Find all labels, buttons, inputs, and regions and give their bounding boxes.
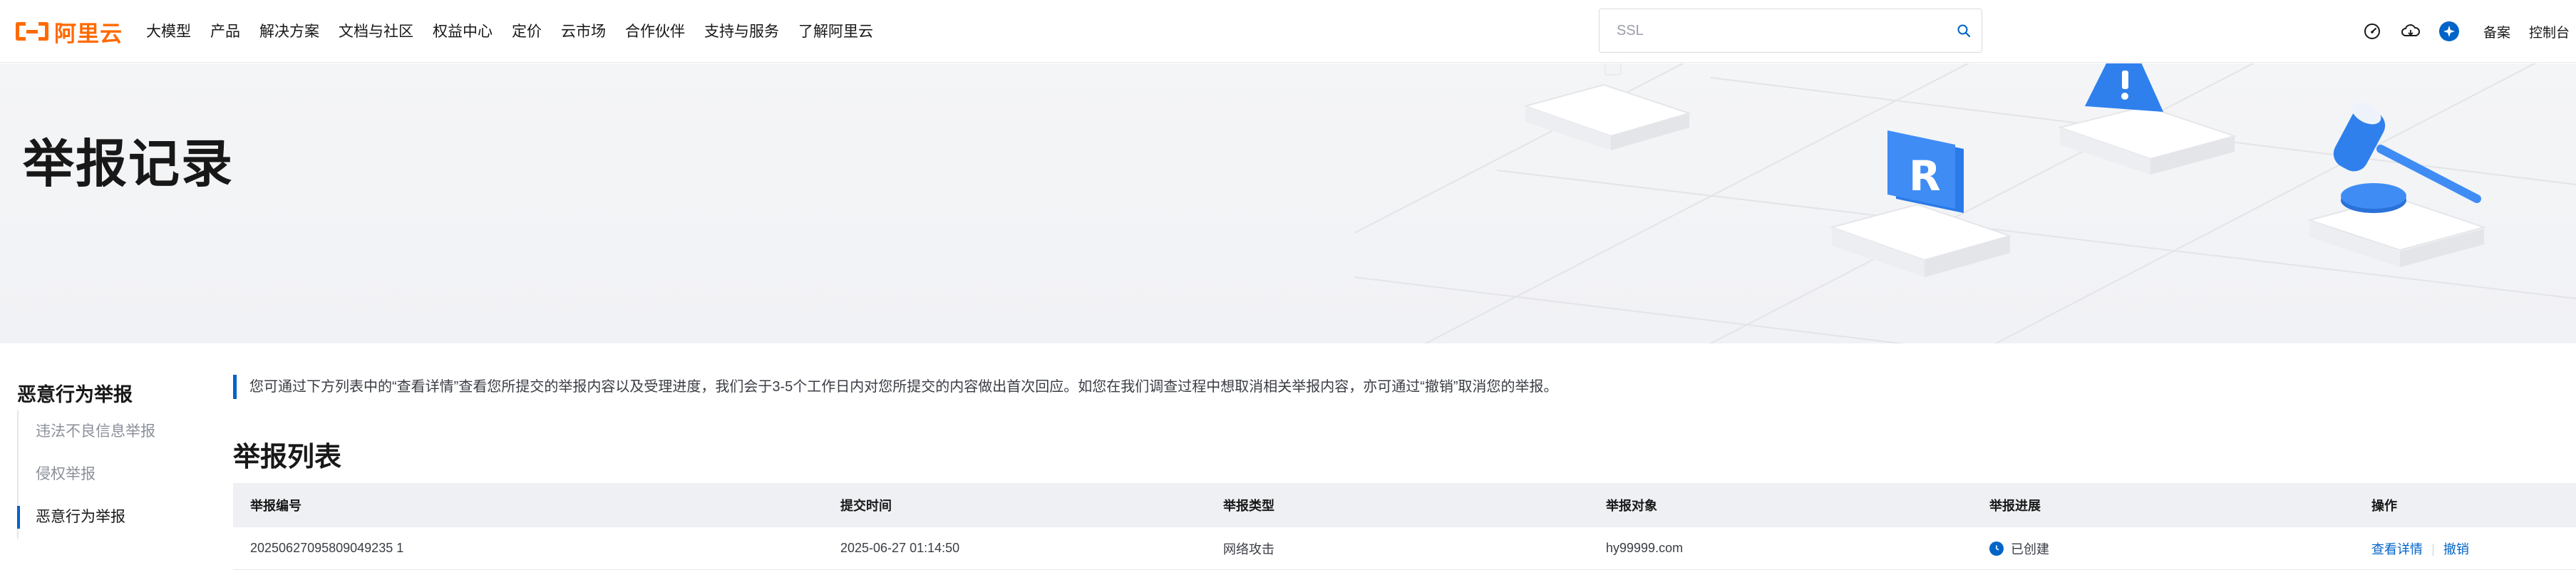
- cloud-sync-icon[interactable]: [2398, 19, 2423, 44]
- table-row: 20250627095809049235 1 2025-06-27 01:14:…: [233, 527, 2576, 570]
- sidebar-menu: 违法不良信息举报 侵权举报 恶意行为举报: [17, 410, 181, 539]
- logo-mark-icon: [16, 21, 48, 42]
- status-label: 已创建: [2011, 542, 2049, 556]
- main-nav: 大模型 产品 解决方案 文档与社区 权益中心 定价 云市场 合作伙伴 支持与服务…: [146, 20, 892, 41]
- search-box: [1599, 9, 1982, 53]
- status-badge: 已创建: [1989, 539, 2049, 558]
- notice-text: 您可通过下方列表中的“查看详情”查看您所提交的举报内容以及受理进度，我们会于3-…: [233, 375, 1558, 399]
- filing-link[interactable]: 备案: [2483, 22, 2510, 41]
- nav-item-marketplace[interactable]: 云市场: [561, 20, 606, 41]
- sidebar-item-infringement[interactable]: 侵权举报: [19, 453, 181, 496]
- top-header: 阿里云 大模型 产品 解决方案 文档与社区 权益中心 定价 云市场 合作伙伴 支…: [0, 0, 2576, 63]
- speedometer-icon[interactable]: [2359, 19, 2385, 44]
- nav-item-products[interactable]: 产品: [210, 20, 240, 41]
- table-header: 举报编号 提交时间 举报类型 举报对象 举报进展 操作: [233, 483, 2576, 527]
- sidebar-title: 恶意行为举报: [17, 384, 133, 405]
- nav-item-docs[interactable]: 文档与社区: [339, 20, 413, 41]
- logo-text: 阿里云: [54, 21, 123, 46]
- nav-item-benefits[interactable]: 权益中心: [433, 20, 493, 41]
- clock-icon: [1989, 541, 2004, 556]
- report-type: 网络攻击: [1223, 542, 1274, 556]
- column-header-status: 举报进展: [1989, 499, 2041, 513]
- report-actions: 查看详情 撤销: [2354, 539, 2576, 558]
- column-header-target: 举报对象: [1606, 499, 1657, 513]
- nav-item-llm[interactable]: 大模型: [146, 20, 191, 41]
- page-banner: R 举报记录: [0, 63, 2576, 343]
- nav-item-support[interactable]: 支持与服务: [704, 20, 779, 41]
- nav-item-solutions[interactable]: 解决方案: [259, 20, 319, 41]
- report-table: 举报编号 提交时间 举报类型 举报对象 举报进展 操作 202506270958…: [233, 483, 2576, 570]
- search-icon[interactable]: [1946, 9, 1982, 52]
- section-title: 举报列表: [233, 442, 342, 472]
- report-status: 已创建: [1972, 539, 2354, 558]
- column-header-actions: 操作: [2371, 499, 2397, 513]
- console-link[interactable]: 控制台: [2529, 22, 2570, 41]
- report-target: hy99999.com: [1606, 541, 1684, 555]
- nav-item-partners[interactable]: 合作伙伴: [625, 20, 685, 41]
- revoke-link[interactable]: 撤销: [2443, 542, 2469, 556]
- column-header-submitted: 提交时间: [840, 499, 892, 513]
- column-header-type: 举报类型: [1223, 499, 1274, 513]
- aliyun-logo[interactable]: 阿里云: [16, 19, 123, 46]
- nav-item-about[interactable]: 了解阿里云: [798, 20, 873, 41]
- report-submitted-time: 2025-06-27 01:14:50: [840, 541, 960, 555]
- column-header-id: 举报编号: [250, 499, 302, 513]
- sidebar-item-illegal-info[interactable]: 违法不良信息举报: [19, 410, 181, 453]
- view-details-link[interactable]: 查看详情: [2371, 542, 2423, 556]
- search-input[interactable]: [1599, 9, 1946, 52]
- app-switch-icon[interactable]: [2436, 19, 2462, 44]
- sidebar-item-malicious-behavior[interactable]: 恶意行为举报: [17, 496, 181, 539]
- nav-item-pricing[interactable]: 定价: [512, 20, 542, 41]
- banner-illustration: R: [1354, 63, 2576, 343]
- page-title: 举报记录: [23, 136, 235, 193]
- report-id: 20250627095809049235 1: [250, 541, 404, 555]
- header-actions: 备案 控制台: [2359, 19, 2576, 44]
- svg-text:R: R: [1909, 152, 1941, 200]
